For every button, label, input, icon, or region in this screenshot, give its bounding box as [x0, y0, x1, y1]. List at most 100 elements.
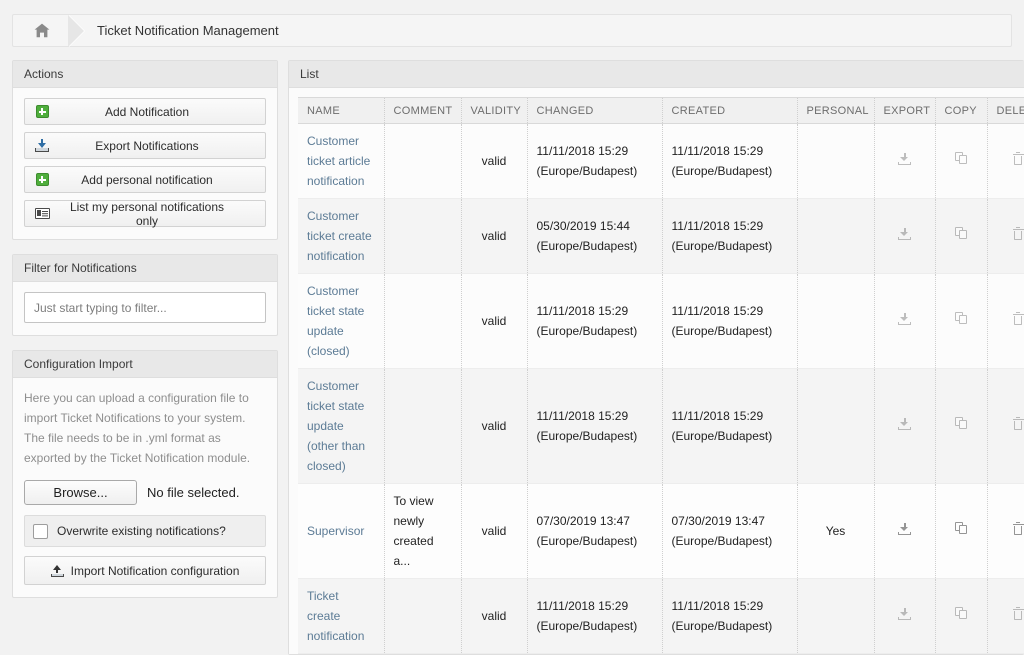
cell-export[interactable] [874, 368, 936, 484]
download-icon[interactable] [898, 313, 911, 328]
notification-name-link[interactable]: Customer ticket article notification [307, 134, 370, 188]
home-icon[interactable] [13, 15, 71, 46]
download-icon[interactable] [898, 228, 911, 243]
cell-copy[interactable] [935, 198, 988, 274]
add-personal-notification-button[interactable]: Add personal notification [24, 166, 266, 193]
download-icon[interactable] [898, 608, 911, 623]
import-notification-configuration-button[interactable]: Import Notification configuration [24, 556, 266, 585]
cell-validity: valid [461, 198, 528, 274]
cell-delete[interactable] [987, 123, 1024, 199]
plus-square-icon [25, 173, 59, 186]
cell-personal [797, 198, 875, 274]
column-header-created[interactable]: CREATED [662, 97, 798, 124]
cell-created: 11/11/2018 15:29 (Europe/Budapest) [662, 123, 798, 199]
cell-delete[interactable] [987, 578, 1024, 654]
download-icon[interactable] [898, 523, 911, 538]
add-notification-label: Add Notification [104, 104, 190, 119]
actions-widget-body: Add Notification Export Notifications Ad… [13, 88, 277, 239]
cell-personal [797, 123, 875, 199]
cell-copy[interactable] [935, 368, 988, 484]
table-row[interactable]: Supervisor To view newly created a... vali… [298, 483, 1024, 579]
notifications-table: NAME COMMENT VALIDITY CHANGED CREATED PE… [298, 97, 1024, 654]
notification-name-link[interactable]: Customer ticket state update (closed) [307, 284, 364, 358]
column-header-changed[interactable]: CHANGED [527, 97, 663, 124]
cell-export[interactable] [874, 123, 936, 199]
notifications-table-body: Customer ticket article notification vali… [298, 123, 1024, 654]
cell-name: Ticket create notification [298, 578, 385, 654]
cell-changed: 05/30/2019 15:44 (Europe/Budapest) [527, 198, 663, 274]
column-header-export[interactable]: EXPORT [874, 97, 936, 124]
cell-copy[interactable] [935, 483, 988, 579]
cell-delete[interactable] [987, 483, 1024, 579]
breadcrumb-separator-icon [68, 14, 85, 47]
cell-created: 11/11/2018 15:29 (Europe/Budapest) [662, 198, 798, 274]
cell-changed: 11/11/2018 15:29 (Europe/Budapest) [527, 368, 663, 484]
cell-export[interactable] [874, 198, 936, 274]
notification-name-link[interactable]: Supervisor [307, 524, 364, 538]
copy-icon[interactable] [954, 312, 968, 328]
filter-input[interactable] [24, 292, 266, 323]
notification-name-link[interactable]: Customer ticket create notification [307, 209, 372, 263]
cell-delete[interactable] [987, 273, 1024, 369]
export-notifications-label: Export Notifications [95, 138, 199, 153]
column-header-copy[interactable]: COPY [935, 97, 988, 124]
table-row[interactable]: Customer ticket state update (other than… [298, 368, 1024, 484]
trash-icon[interactable] [1012, 152, 1024, 168]
cell-copy[interactable] [935, 273, 988, 369]
cell-copy[interactable] [935, 578, 988, 654]
cell-validity: valid [461, 578, 528, 654]
actions-widget: Actions Add Notification Export Notifica… [12, 60, 278, 240]
cell-export[interactable] [874, 578, 936, 654]
breadcrumb: Ticket Notification Management [12, 14, 1012, 47]
cell-created: 11/11/2018 15:29 (Europe/Budapest) [662, 578, 798, 654]
table-row[interactable]: Ticket create notification valid 11/11/201… [298, 578, 1024, 654]
table-row[interactable]: Customer ticket state update (closed) val… [298, 273, 1024, 369]
trash-icon[interactable] [1012, 312, 1024, 328]
table-row[interactable]: Customer ticket article notification vali… [298, 123, 1024, 199]
trash-icon[interactable] [1012, 227, 1024, 243]
cell-delete[interactable] [987, 368, 1024, 484]
cell-created: 11/11/2018 15:29 (Europe/Budapest) [662, 273, 798, 369]
cell-copy[interactable] [935, 123, 988, 199]
notification-name-link[interactable]: Customer ticket state update (other than… [307, 379, 365, 473]
overwrite-checkbox-row[interactable]: Overwrite existing notifications? [24, 515, 266, 547]
cell-comment [384, 368, 462, 484]
table-row[interactable]: Customer ticket create notification valid… [298, 198, 1024, 274]
column-header-name[interactable]: NAME [298, 97, 385, 124]
cell-export[interactable] [874, 273, 936, 369]
download-icon[interactable] [898, 153, 911, 168]
trash-icon[interactable] [1012, 522, 1024, 538]
column-header-validity[interactable]: VALIDITY [461, 97, 528, 124]
column-header-personal[interactable]: PERSONAL [797, 97, 875, 124]
copy-icon[interactable] [954, 607, 968, 623]
copy-icon[interactable] [954, 417, 968, 433]
cell-personal: Yes [797, 483, 875, 579]
cell-changed: 11/11/2018 15:29 (Europe/Budapest) [527, 123, 663, 199]
actions-widget-title: Actions [13, 61, 277, 88]
overwrite-checkbox[interactable] [33, 523, 48, 539]
file-upload-row: Browse... No file selected. [24, 480, 266, 505]
cell-name: Customer ticket create notification [298, 198, 385, 274]
cell-export[interactable] [874, 483, 936, 579]
column-header-comment[interactable]: COMMENT [384, 97, 462, 124]
copy-icon[interactable] [954, 522, 968, 538]
cell-validity: valid [461, 483, 528, 579]
copy-icon[interactable] [954, 227, 968, 243]
column-header-delete[interactable]: DELETE [987, 97, 1024, 124]
browse-button[interactable]: Browse... [24, 480, 137, 505]
list-personal-notifications-button[interactable]: List my personal notifications only [24, 200, 266, 228]
cell-name: Customer ticket article notification [298, 123, 385, 199]
notification-name-link[interactable]: Ticket create notification [307, 589, 364, 643]
trash-icon[interactable] [1012, 607, 1024, 623]
export-notifications-button[interactable]: Export Notifications [24, 132, 266, 159]
sidebar: Actions Add Notification Export Notifica… [12, 60, 278, 598]
download-icon[interactable] [898, 418, 911, 433]
cell-created: 11/11/2018 15:29 (Europe/Budapest) [662, 368, 798, 484]
cell-delete[interactable] [987, 198, 1024, 274]
add-notification-button[interactable]: Add Notification [24, 98, 266, 125]
configuration-import-body: Here you can upload a configuration file… [13, 378, 277, 597]
copy-icon[interactable] [954, 152, 968, 168]
add-personal-notification-label: Add personal notification [81, 172, 213, 187]
trash-icon[interactable] [1012, 417, 1024, 433]
upload-icon [50, 564, 64, 577]
